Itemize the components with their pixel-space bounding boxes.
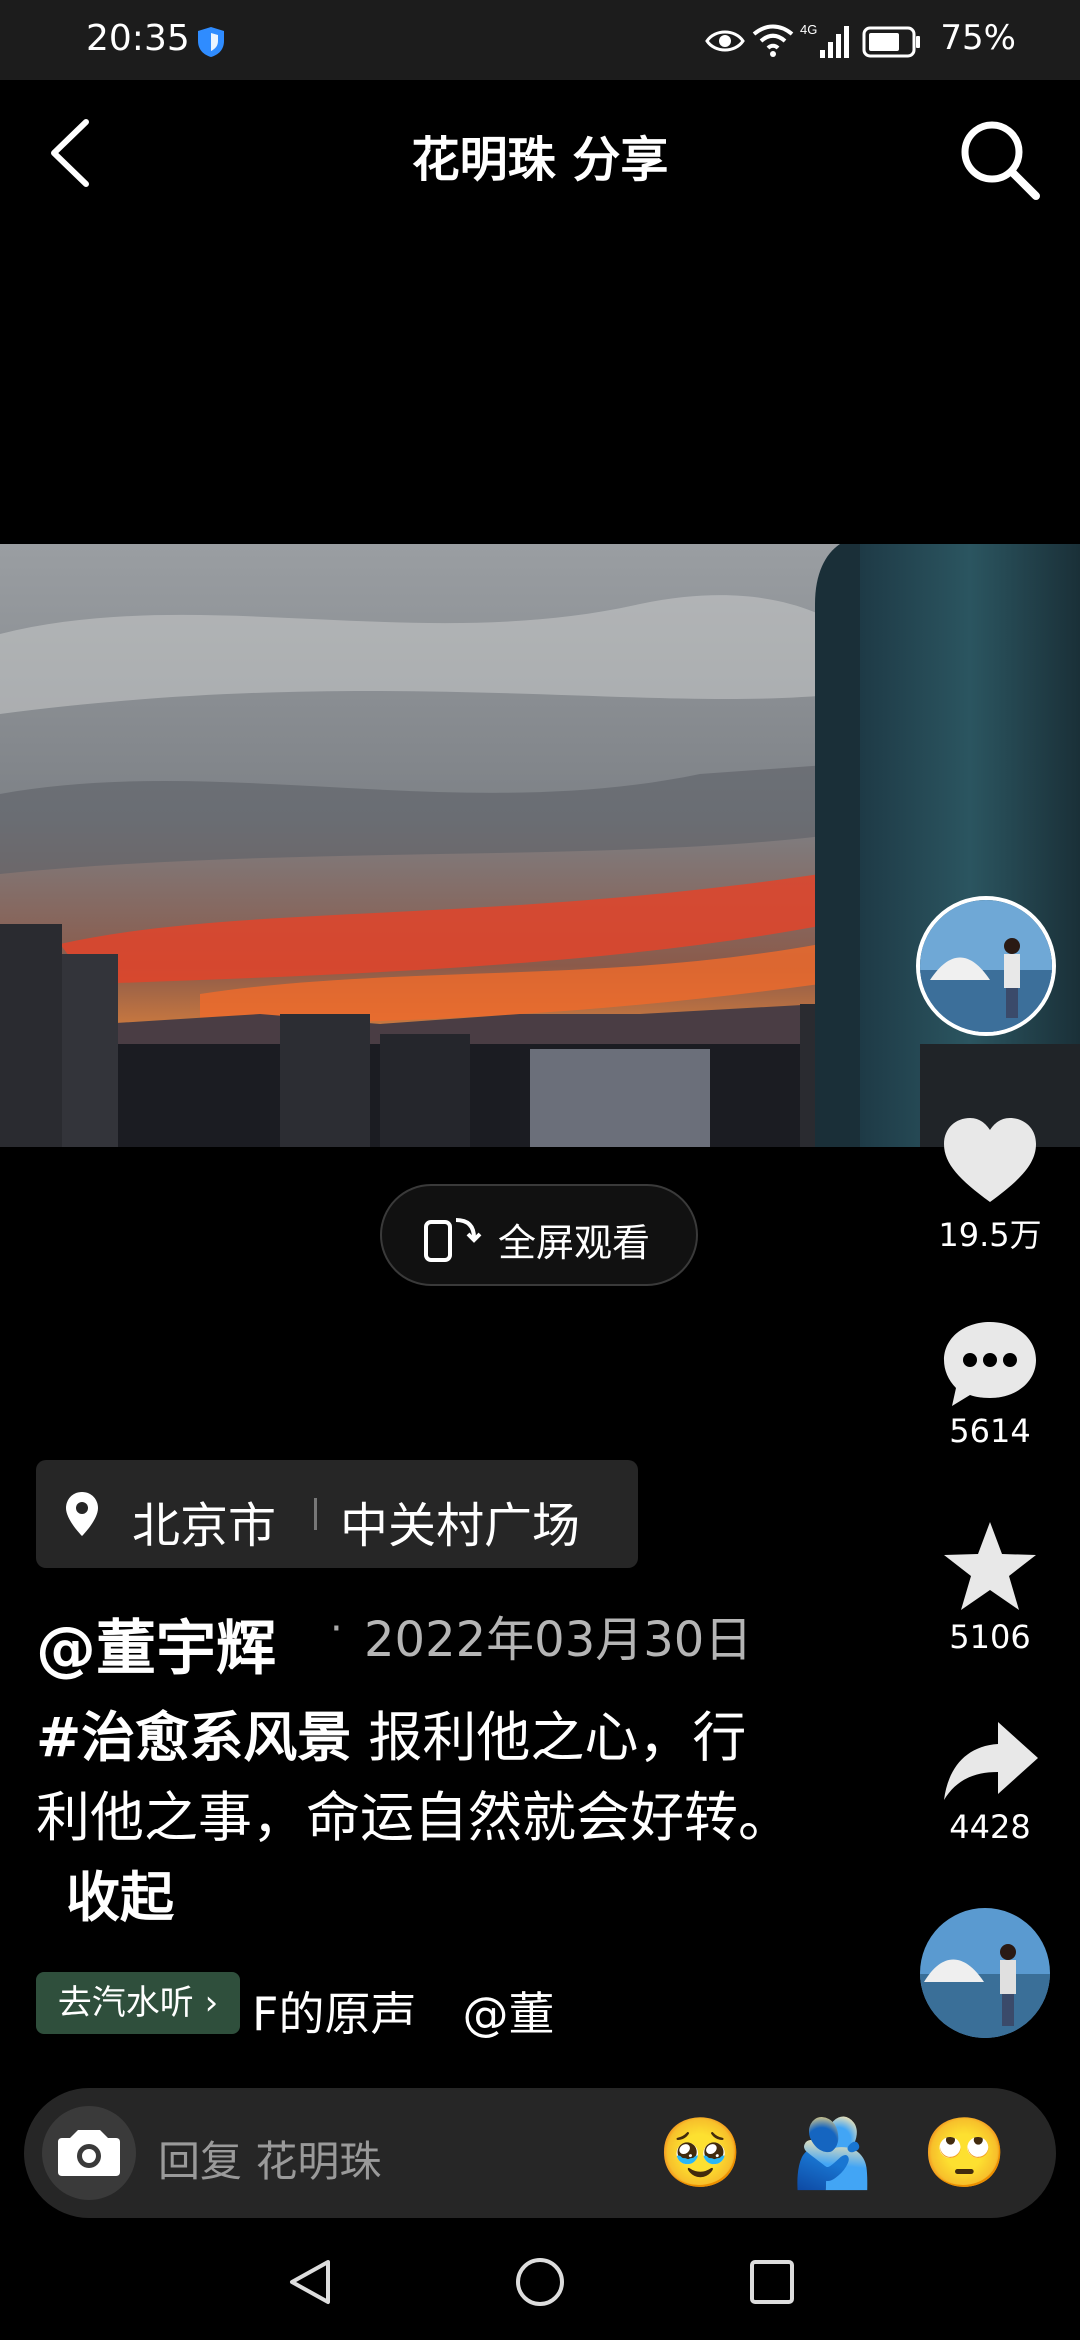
- emoji-hug-button[interactable]: 🫂: [790, 2116, 875, 2192]
- status-bar: 20:35 4G 75%: [0, 0, 1080, 80]
- location-city: 北京市: [132, 1498, 277, 1554]
- comment-icon: [944, 1322, 1036, 1406]
- battery-percent: 75%: [940, 18, 1016, 58]
- share-button[interactable]: 4428: [910, 1718, 1070, 1846]
- avatar-image: [920, 900, 1052, 1032]
- reply-bar: 回复 花明珠 🥹 🫂 🙄: [24, 2088, 1056, 2218]
- like-count: 19.5万: [938, 1216, 1042, 1254]
- favorite-count: 5106: [949, 1618, 1031, 1656]
- wifi-icon: [752, 24, 794, 57]
- nav-recents-icon[interactable]: [746, 2256, 798, 2308]
- like-button[interactable]: 19.5万: [910, 1116, 1070, 1256]
- author-avatar[interactable]: [916, 896, 1056, 1036]
- location-divider: [314, 1498, 317, 1530]
- status-time: 20:35: [86, 18, 190, 59]
- post-caption: #治愈系风景 报利他之心，行利他之事，命运自然就会好转。收起: [36, 1698, 796, 1938]
- author-name[interactable]: @董宇辉: [36, 1600, 276, 1687]
- location-place: 中关村广场: [340, 1498, 581, 1554]
- fullscreen-label: 全屏观看: [498, 1221, 651, 1265]
- nav-home-icon[interactable]: [514, 2256, 566, 2308]
- open-music-app-button[interactable]: 去汽水听 ›: [36, 1972, 240, 2034]
- shield-icon: [198, 27, 224, 57]
- share-arrow-icon: [944, 1722, 1038, 1800]
- favorite-button[interactable]: 5106: [910, 1518, 1070, 1656]
- comment-button[interactable]: 5614: [910, 1318, 1070, 1450]
- location-pin-icon: [66, 1492, 98, 1536]
- share-count: 4428: [949, 1808, 1031, 1846]
- music-disc[interactable]: [920, 1908, 1050, 2038]
- eye-icon: [705, 30, 745, 52]
- hashtag-link[interactable]: #治愈系风景: [36, 1706, 351, 1769]
- emoji-holding-back-tears-button[interactable]: 🥹: [658, 2116, 743, 2192]
- date-separator: ·: [330, 1606, 343, 1652]
- battery-icon: [862, 26, 920, 58]
- fullscreen-button[interactable]: 全屏观看: [380, 1184, 698, 1286]
- emoji-eye-roll-button[interactable]: 🙄: [922, 2116, 1007, 2192]
- collapse-button[interactable]: 收起: [66, 1866, 174, 1929]
- star-icon: [944, 1522, 1036, 1610]
- camera-button[interactable]: [42, 2106, 136, 2200]
- nav-back-icon[interactable]: [284, 2256, 336, 2308]
- network-label: 4G: [800, 22, 817, 37]
- page-title: 花明珠 分享: [411, 132, 669, 188]
- video-player[interactable]: [0, 544, 1080, 1147]
- signal-icon: 4G: [800, 22, 849, 58]
- search-icon[interactable]: [956, 116, 1042, 202]
- rotate-screen-icon: [424, 1218, 482, 1262]
- video-frame: [0, 544, 1080, 1147]
- camera-icon: [58, 2130, 120, 2176]
- reply-input[interactable]: 回复 花明珠: [158, 2128, 381, 2189]
- music-cover-image: [920, 1908, 1050, 2038]
- comment-count: 5614: [949, 1412, 1031, 1450]
- post-date: 2022年03月30日: [364, 1612, 753, 1668]
- heart-icon: [944, 1118, 1036, 1202]
- music-title[interactable]: F的原声 @董: [252, 1978, 554, 2044]
- location-chip[interactable]: 北京市 中关村广场: [36, 1460, 638, 1568]
